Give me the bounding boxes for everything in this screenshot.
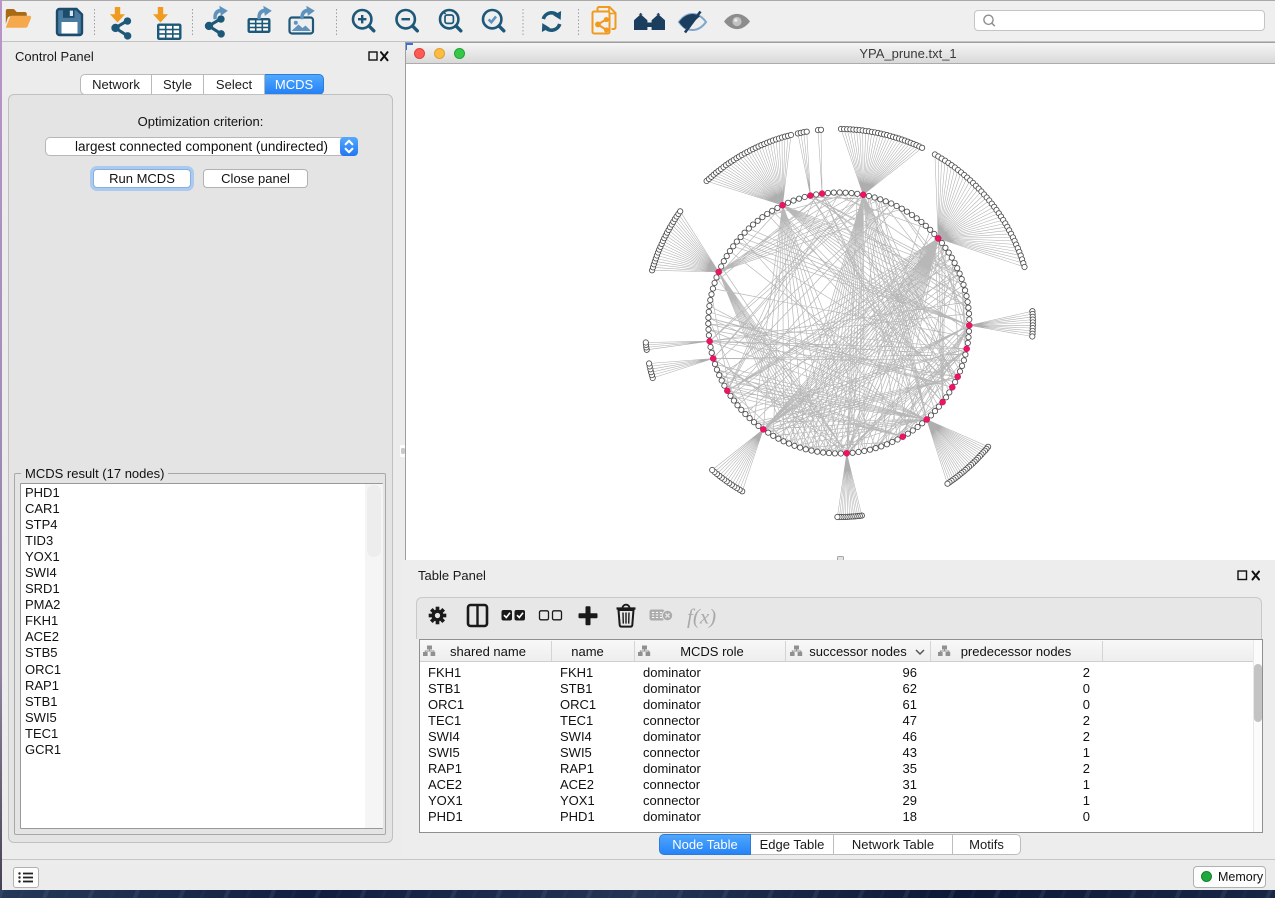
svg-text:f(x): f(x) [687,605,716,629]
